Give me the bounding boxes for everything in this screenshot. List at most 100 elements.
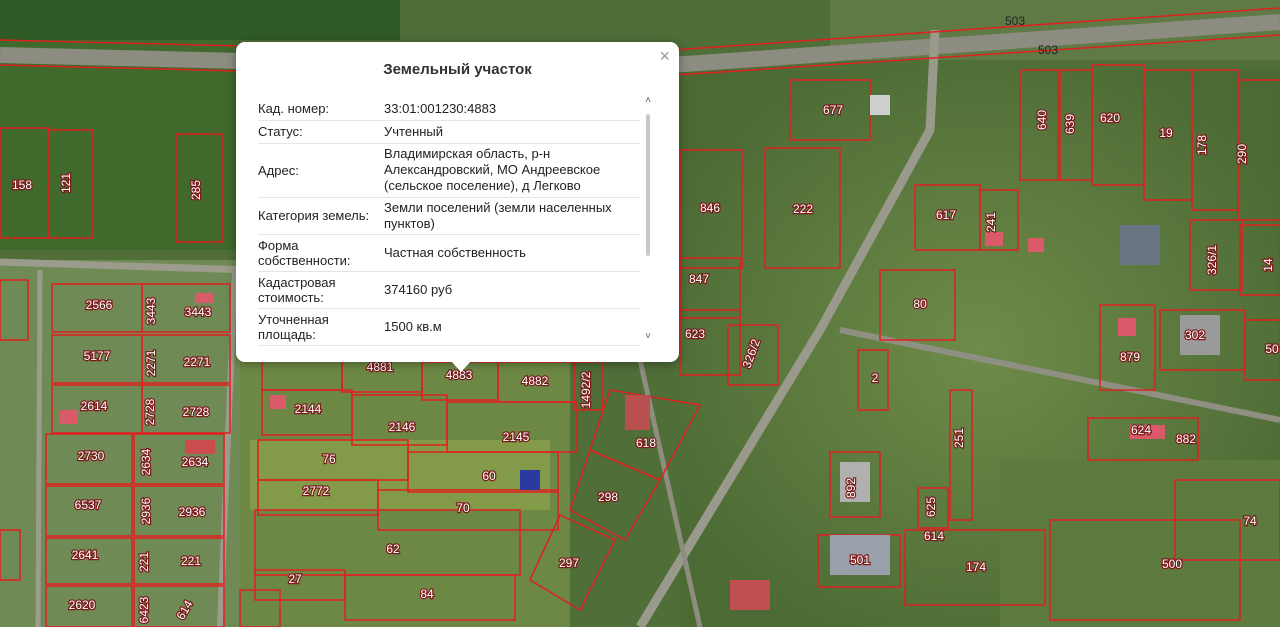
parcel-number-label[interactable]: 62 — [385, 541, 401, 557]
forest-area — [0, 0, 400, 40]
parcel-number-label[interactable]: 2730 — [76, 448, 105, 464]
info-value: Владимирская область, р-н Александровски… — [384, 146, 601, 193]
parcel-number-label[interactable]: 158 — [11, 177, 34, 193]
info-key: Уточненная площадь: — [258, 311, 329, 342]
parcel-number-label[interactable]: 620 — [1099, 110, 1122, 126]
parcel-number-label[interactable]: 882 — [1175, 431, 1198, 447]
parcel-number-label[interactable]: 2146 — [387, 419, 416, 435]
road-number-label: 503 — [1038, 43, 1058, 57]
parcel-number-label[interactable]: 2144 — [293, 401, 322, 417]
parcel-number-label[interactable]: 614 — [923, 528, 946, 544]
parcel-number-label[interactable]: 500 — [1161, 556, 1184, 572]
parcel-number-label[interactable]: 2145 — [501, 429, 530, 445]
road-number-label: 503 — [1005, 14, 1025, 28]
info-value: Учтенный — [384, 123, 444, 139]
info-key: Адрес: — [258, 162, 299, 178]
parcel-number-label[interactable]: 2566 — [84, 297, 113, 313]
parcel-number-label[interactable]: 639 — [1062, 112, 1078, 135]
info-key: Статус: — [258, 124, 303, 139]
parcel-number-label[interactable]: 221 — [180, 553, 203, 569]
close-icon[interactable]: × — [659, 47, 670, 65]
info-key: Кад. номер: — [258, 101, 330, 116]
parcel-number-label[interactable]: 76 — [321, 451, 337, 467]
info-value: Частная собственность — [384, 244, 526, 260]
info-value: 1500 кв.м — [384, 318, 442, 334]
parcel-number-label[interactable]: 6423 — [136, 595, 152, 624]
parcel-number-label[interactable]: 2728 — [142, 397, 158, 426]
field-area — [1000, 460, 1280, 627]
parcel-number-label[interactable]: 2 — [870, 370, 879, 386]
popup-scrollbar[interactable]: ˄ ˅ — [644, 96, 652, 342]
parcel-number-label[interactable]: 285 — [188, 178, 204, 201]
parcel-number-label[interactable]: 80 — [912, 296, 928, 312]
info-row: Адрес: Владимирская область, р-н Алексан… — [258, 144, 640, 198]
parcel-number-label[interactable]: 290 — [1234, 142, 1250, 165]
parcel-number-label[interactable]: 84 — [419, 586, 435, 602]
parcel-number-label[interactable]: 2936 — [177, 504, 206, 520]
parcel-number-label[interactable]: 6537 — [73, 497, 102, 513]
parcel-number-label[interactable]: 640 — [1034, 108, 1050, 131]
popup-pointer — [450, 360, 472, 372]
parcel-number-label[interactable]: 178 — [1194, 133, 1210, 156]
parcel-number-label[interactable]: 74 — [1242, 513, 1258, 529]
parcel-number-label[interactable]: 251 — [951, 426, 967, 449]
parcel-number-label[interactable]: 2614 — [79, 398, 108, 414]
parcel-number-label[interactable]: 618 — [635, 435, 658, 451]
parcel-number-label[interactable]: 623 — [684, 326, 707, 342]
info-key: Кадастровая стоимость: — [258, 274, 336, 305]
parcel-number-label[interactable]: 2936 — [138, 496, 154, 525]
info-value: 33:01:001230:4883 — [384, 100, 497, 116]
parcel-number-label[interactable]: 14 — [1260, 257, 1276, 273]
parcel-number-label[interactable]: 5177 — [82, 348, 111, 364]
parcel-number-label[interactable]: 174 — [965, 559, 988, 575]
parcel-number-label[interactable]: 892 — [843, 476, 859, 499]
info-value: Земли поселений (земли населенных пункто… — [384, 199, 612, 231]
info-row: Статус: Учтенный — [258, 121, 640, 144]
scroll-thumb[interactable] — [646, 114, 650, 256]
parcel-number-label[interactable]: 879 — [1119, 349, 1142, 365]
parcel-number-label[interactable]: 677 — [822, 102, 845, 118]
parcel-number-label[interactable]: 50 — [1264, 341, 1280, 357]
chevron-down-icon[interactable]: ˅ — [644, 332, 652, 342]
road — [35, 269, 43, 627]
parcel-number-label[interactable]: 222 — [792, 201, 815, 217]
info-row: Форма собственности: Частная собственнос… — [258, 235, 640, 272]
info-row: Кад. номер: 33:01:001230:4883 — [258, 98, 640, 121]
parcel-number-label[interactable]: 3443 — [143, 296, 159, 325]
parcel-number-label[interactable]: 501 — [849, 552, 872, 568]
orchard-area — [250, 440, 550, 510]
parcel-number-label[interactable]: 617 — [935, 207, 958, 223]
parcel-number-label[interactable]: 2728 — [181, 404, 210, 420]
parcel-number-label[interactable]: 121 — [58, 171, 74, 194]
parcel-number-label[interactable]: 241 — [983, 210, 999, 233]
parcel-number-label[interactable]: 298 — [597, 489, 620, 505]
parcel-number-label[interactable]: 297 — [558, 555, 581, 571]
parcel-number-label[interactable]: 27 — [287, 571, 303, 587]
parcel-number-label[interactable]: 2772 — [301, 483, 330, 499]
parcel-number-label[interactable]: 2641 — [70, 547, 99, 563]
parcel-number-label[interactable]: 60 — [481, 468, 497, 484]
parcel-number-label[interactable]: 221 — [136, 550, 152, 573]
info-value: 374160 руб — [384, 281, 453, 297]
parcel-number-label[interactable]: 2634 — [138, 447, 154, 476]
parcel-number-label[interactable]: 2634 — [180, 454, 209, 470]
parcel-number-label[interactable]: 326/1 — [1204, 243, 1220, 276]
parcel-number-label[interactable]: 2620 — [67, 597, 96, 613]
parcel-number-label[interactable]: 2271 — [182, 354, 211, 370]
parcel-number-label[interactable]: 846 — [699, 200, 722, 216]
parcel-number-label[interactable]: 302 — [1184, 327, 1207, 343]
parcel-number-label[interactable]: 847 — [688, 271, 711, 287]
parcel-number-label[interactable]: 3443 — [183, 304, 212, 320]
parcel-number-label[interactable]: 19 — [1158, 125, 1174, 141]
info-key: Форма собственности: — [258, 237, 351, 268]
info-row: Кадастровая стоимость: 374160 руб — [258, 272, 640, 309]
parcel-number-label[interactable]: 625 — [923, 495, 939, 518]
land-plot-popup: Земельный участок × Кад. номер: 33:01:00… — [236, 42, 679, 362]
info-key: Категория земель: — [258, 208, 370, 223]
popup-info-table: Кад. номер: 33:01:001230:4883 Статус: Уч… — [258, 98, 640, 384]
chevron-up-icon[interactable]: ˄ — [644, 96, 652, 106]
parcel-number-label[interactable]: 70 — [455, 500, 471, 516]
parcel-number-label[interactable]: 624 — [1130, 422, 1153, 438]
popup-title: Земельный участок — [383, 61, 532, 78]
parcel-number-label[interactable]: 2271 — [143, 348, 159, 377]
